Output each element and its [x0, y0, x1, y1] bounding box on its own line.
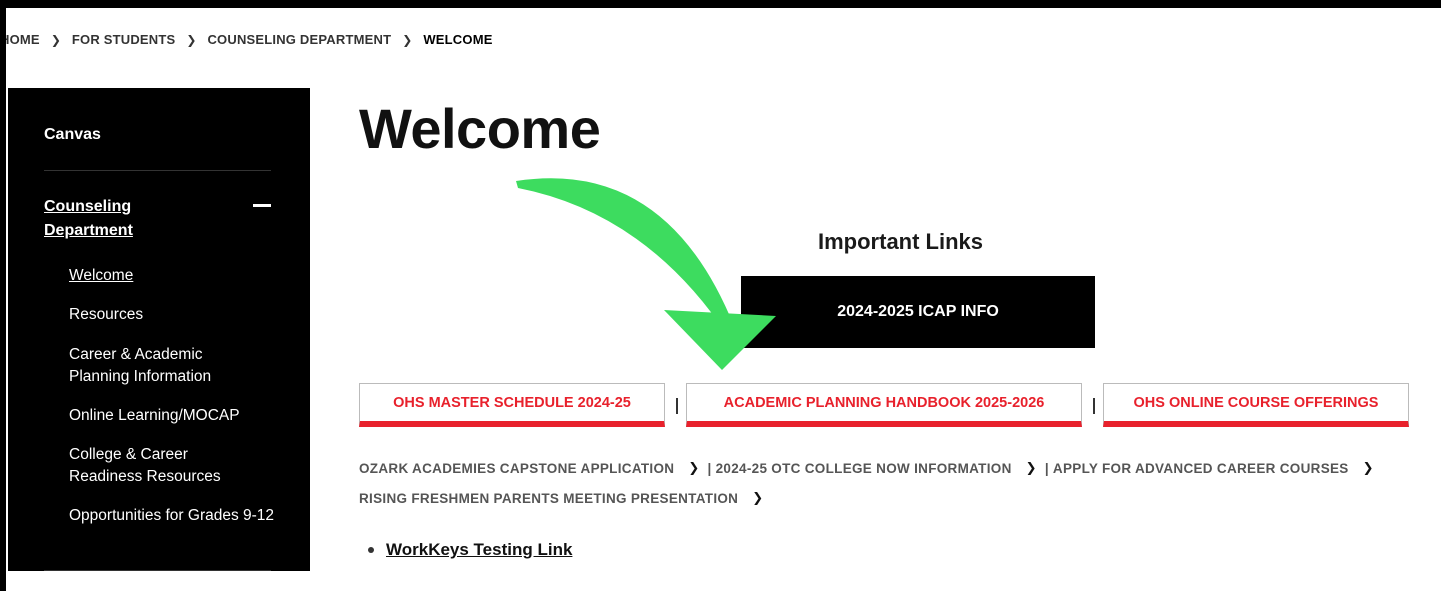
sidebar-subitem-online-learning[interactable]: Online Learning/MOCAP — [69, 405, 240, 427]
breadcrumb-for-students[interactable]: FOR STUDENTS — [72, 32, 176, 47]
sidebar-subitem-career-academic-planning[interactable]: Career & Academic Planning Information — [69, 344, 249, 388]
capstone-application-link[interactable]: OZARK ACADEMIES CAPSTONE APPLICATION — [359, 461, 674, 476]
chevron-right-icon: ❯ — [402, 32, 413, 47]
icap-info-button[interactable]: 2024-2025 ICAP INFO — [741, 276, 1095, 348]
workkeys-testing-link[interactable]: WorkKeys Testing Link — [386, 540, 572, 560]
advanced-career-courses-link[interactable]: APPLY FOR ADVANCED CAREER COURSES — [1053, 461, 1349, 476]
rising-freshmen-presentation-link[interactable]: RISING FRESHMEN PARENTS MEETING PRESENTA… — [359, 491, 738, 506]
academic-planning-handbook-button[interactable]: ACADEMIC PLANNING HANDBOOK 2025-2026 — [686, 383, 1082, 427]
breadcrumb-home[interactable]: HOME — [6, 32, 40, 47]
chevron-right-icon: ❯ — [50, 32, 61, 47]
master-schedule-button[interactable]: OHS MASTER SCHEDULE 2024-25 — [359, 383, 665, 427]
divider-bar — [676, 398, 678, 414]
bullet-icon — [368, 547, 374, 553]
divider-bar — [1093, 398, 1095, 414]
list-item: WorkKeys Testing Link — [368, 540, 572, 560]
divider-pipe: | — [1044, 460, 1049, 476]
sidebar-nav: Canvas Counseling Department Welcome Res… — [8, 88, 310, 571]
sidebar-subitem-college-career-readiness[interactable]: College & Career Readiness Resources — [69, 444, 249, 488]
breadcrumb: HOME ❯ FOR STUDENTS ❯ COUNSELING DEPARTM… — [6, 32, 493, 47]
page-title: Welcome — [359, 97, 601, 160]
breadcrumb-current: WELCOME — [423, 32, 493, 47]
divider-pipe: | — [707, 460, 712, 476]
sidebar-subitem-opportunities-grades[interactable]: Opportunities for Grades 9-12 — [69, 505, 279, 527]
sidebar-item-canvas[interactable]: Canvas — [44, 126, 101, 144]
chevron-right-icon: ❯ — [1362, 460, 1374, 475]
page: HOME ❯ FOR STUDENTS ❯ COUNSELING DEPARTM… — [6, 8, 1441, 591]
chevron-right-icon: ❯ — [688, 460, 700, 475]
breadcrumb-counseling-department[interactable]: COUNSELING DEPARTMENT — [207, 32, 391, 47]
otc-college-now-link[interactable]: 2024-25 OTC COLLEGE NOW INFORMATION — [716, 461, 1012, 476]
chevron-right-icon: ❯ — [1025, 460, 1037, 475]
chevron-right-icon: ❯ — [752, 490, 764, 505]
collapse-minus-icon[interactable] — [253, 204, 271, 207]
sidebar-divider — [44, 570, 271, 571]
sidebar-item-counseling-department[interactable]: Counseling Department — [44, 195, 174, 243]
text-links-row: OZARK ACADEMIES CAPSTONE APPLICATION ❯ |… — [359, 460, 1382, 476]
chevron-right-icon: ❯ — [186, 32, 197, 47]
important-links-heading: Important Links — [818, 229, 984, 254]
text-links-row: RISING FRESHMEN PARENTS MEETING PRESENTA… — [359, 490, 771, 506]
sidebar-divider — [44, 170, 271, 171]
sidebar-subitem-resources[interactable]: Resources — [69, 304, 143, 326]
online-course-offerings-button[interactable]: OHS ONLINE COURSE OFFERINGS — [1103, 383, 1409, 427]
sidebar-subitem-welcome[interactable]: Welcome — [69, 265, 133, 287]
